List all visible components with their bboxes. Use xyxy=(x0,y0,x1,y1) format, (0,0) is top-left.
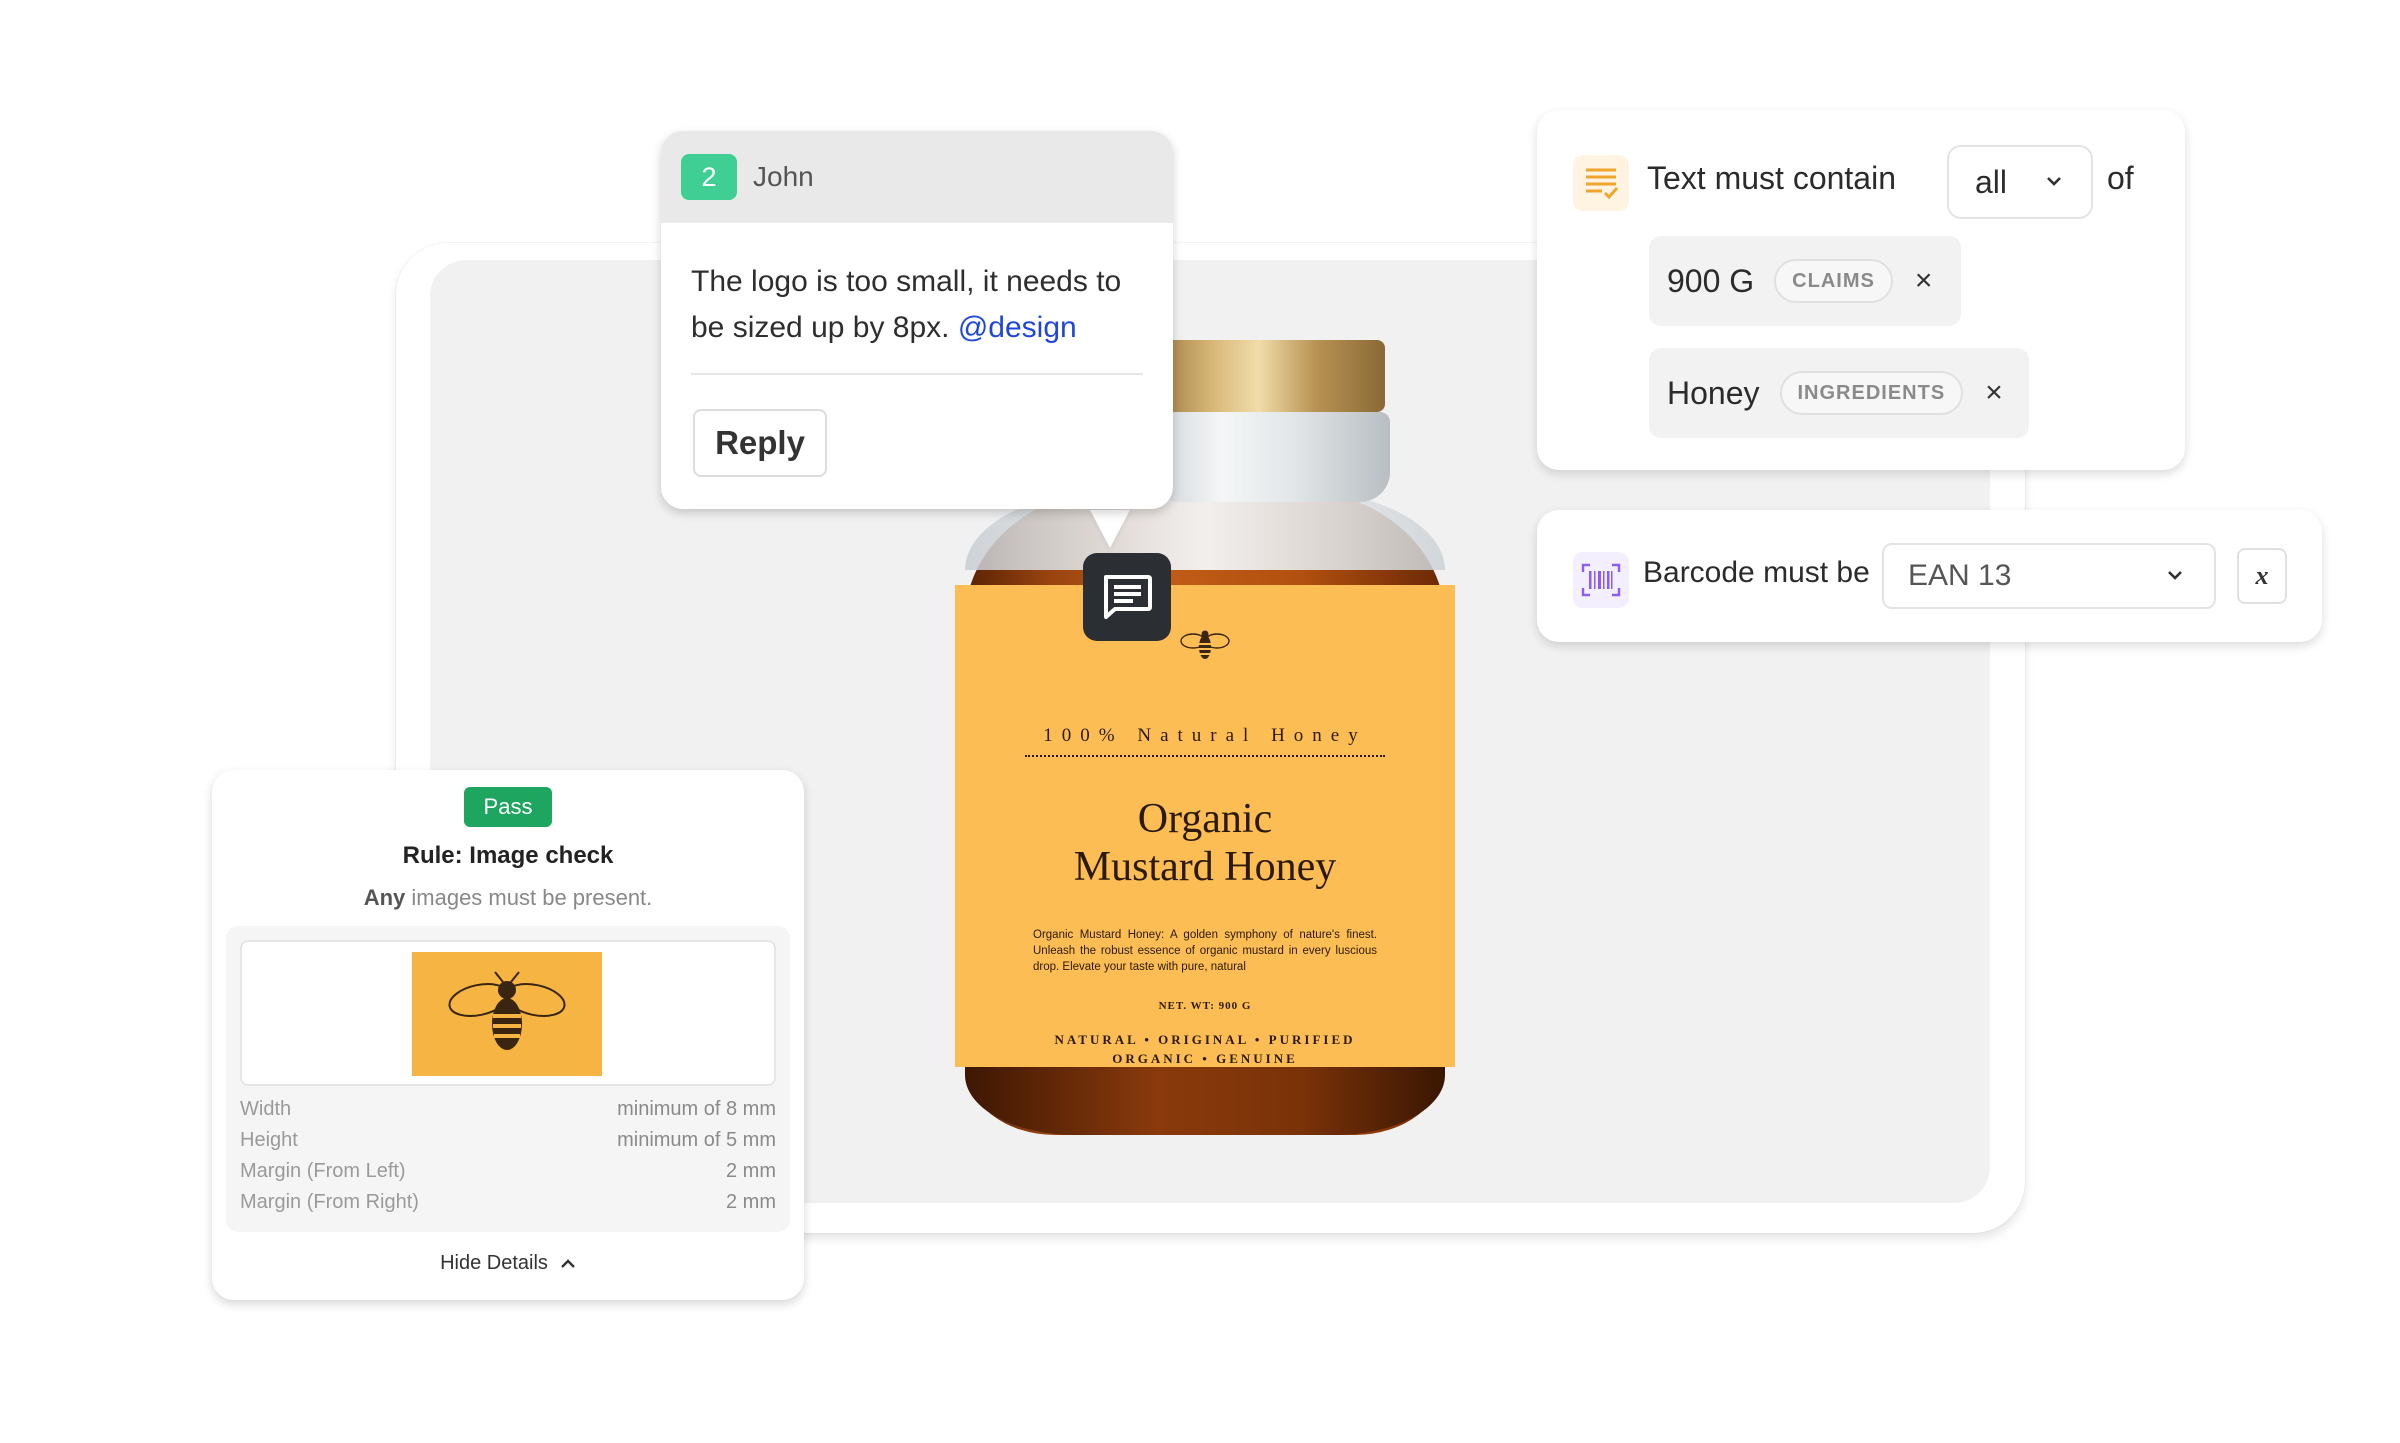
required-text-item: Honey INGREDIENTS × xyxy=(1649,348,2029,438)
jar-neck xyxy=(1150,412,1390,502)
barcode-icon xyxy=(1581,563,1621,597)
chevron-down-icon xyxy=(2168,571,2182,580)
label-title: Organic Mustard Honey xyxy=(955,795,1455,891)
label-attributes-line1: NATURAL • ORIGINAL • PURIFIED xyxy=(1054,1032,1356,1047)
hide-details-toggle[interactable]: Hide Details xyxy=(212,1252,804,1275)
quantifier-value: all xyxy=(1975,163,2008,200)
jar-lid xyxy=(1155,340,1385,412)
label-tagline: 100% Natural Honey xyxy=(1025,725,1385,757)
comment-divider xyxy=(691,373,1143,375)
bee-icon xyxy=(448,971,566,1050)
barcode-rule-icon-wrap xyxy=(1573,552,1629,608)
hide-details-label: Hide Details xyxy=(440,1252,548,1274)
label-description: Organic Mustard Honey: A golden symphony… xyxy=(1033,929,1377,973)
label-title-line1: Organic xyxy=(1137,796,1273,842)
remove-item-close-icon[interactable]: × xyxy=(1985,376,2003,410)
details-panel: Width minimum of 8 mm Height minimum of … xyxy=(226,926,790,1232)
comment-pointer xyxy=(1090,510,1130,548)
barcode-type-select[interactable]: EAN 13 xyxy=(1882,543,2216,609)
jar-bottom xyxy=(965,1067,1445,1135)
text-lines-icon xyxy=(1586,168,1619,200)
comment-card: 2 John The logo is too small, it needs t… xyxy=(661,131,1173,509)
remove-item-close-icon[interactable]: × xyxy=(1915,264,1933,298)
reply-button[interactable]: Reply xyxy=(693,409,827,477)
text-rule-icon-wrap xyxy=(1573,155,1629,211)
category-tag: INGREDIENTS xyxy=(1779,371,1964,415)
detail-label: Width xyxy=(240,1098,292,1120)
detail-label: Margin (From Right) xyxy=(240,1191,419,1213)
rule-title: Rule: Image check xyxy=(212,842,804,870)
image-preview xyxy=(240,940,776,1086)
comment-icon xyxy=(1104,575,1152,619)
rule-description-text: images must be present. xyxy=(411,885,653,910)
comment-author: John xyxy=(753,161,814,192)
text-rule-suffix: of xyxy=(2107,160,2134,196)
text-rule-card: Text must contain all of 900 G CLAIMS × … xyxy=(1537,110,2185,470)
label-title-line2: Mustard Honey xyxy=(1073,844,1337,890)
detail-label: Margin (From Left) xyxy=(240,1160,406,1182)
comment-number-badge: 2 xyxy=(681,154,737,200)
bee-image-thumbnail[interactable] xyxy=(412,952,602,1076)
rule-prefix: Rule: xyxy=(402,842,463,869)
rule-quantifier: Any xyxy=(363,885,406,910)
rule-name: Image check xyxy=(469,842,614,869)
comment-mention-link[interactable]: @design xyxy=(958,311,1077,344)
quantifier-select[interactable]: all xyxy=(1947,145,2093,219)
chevron-down-icon xyxy=(2047,177,2061,186)
text-rule-label: Text must contain xyxy=(1647,160,1896,196)
category-tag: CLAIMS xyxy=(1774,259,1893,303)
barcode-type-value: EAN 13 xyxy=(1908,559,2012,592)
comment-text: The logo is too small, it needs to be si… xyxy=(661,223,1173,351)
detail-value: 2 mm xyxy=(726,1191,776,1213)
comment-header: 2 John xyxy=(661,131,1173,223)
detail-value: minimum of 8 mm xyxy=(617,1098,776,1120)
label-net-weight: NET. WT: 900 G xyxy=(1158,1000,1252,1012)
detail-value: minimum of 5 mm xyxy=(617,1129,776,1151)
detail-row-width: Width minimum of 8 mm xyxy=(240,1098,776,1121)
status-badge: Pass xyxy=(464,787,552,827)
label-attributes-line2: ORGANIC • GENUINE xyxy=(1112,1051,1298,1066)
required-text-item: 900 G CLAIMS × xyxy=(1649,236,1961,326)
comment-pin[interactable] xyxy=(1083,553,1171,641)
variable-button[interactable]: x xyxy=(2237,548,2287,604)
detail-row-height: Height minimum of 5 mm xyxy=(240,1129,776,1152)
label-attributes: NATURAL • ORIGINAL • PURIFIED ORGANIC • … xyxy=(955,1030,1455,1068)
barcode-rule-card: Barcode must be EAN 13 x xyxy=(1537,510,2322,642)
detail-value: 2 mm xyxy=(726,1160,776,1182)
bee-logo-icon xyxy=(1180,630,1230,659)
detail-row-margin-left: Margin (From Left) 2 mm xyxy=(240,1160,776,1183)
product-label[interactable]: 100% Natural Honey Organic Mustard Honey… xyxy=(955,585,1455,1067)
detail-label: Height xyxy=(240,1129,298,1151)
image-check-card: Pass Rule: Image check Any images must b… xyxy=(212,770,804,1300)
barcode-rule-label: Barcode must be xyxy=(1643,556,1870,589)
required-text-value: 900 G xyxy=(1667,262,1755,299)
detail-row-margin-right: Margin (From Right) 2 mm xyxy=(240,1191,776,1214)
required-text-value: Honey xyxy=(1667,374,1760,411)
chevron-up-icon xyxy=(561,1258,575,1268)
rule-description: Any images must be present. xyxy=(212,885,804,911)
